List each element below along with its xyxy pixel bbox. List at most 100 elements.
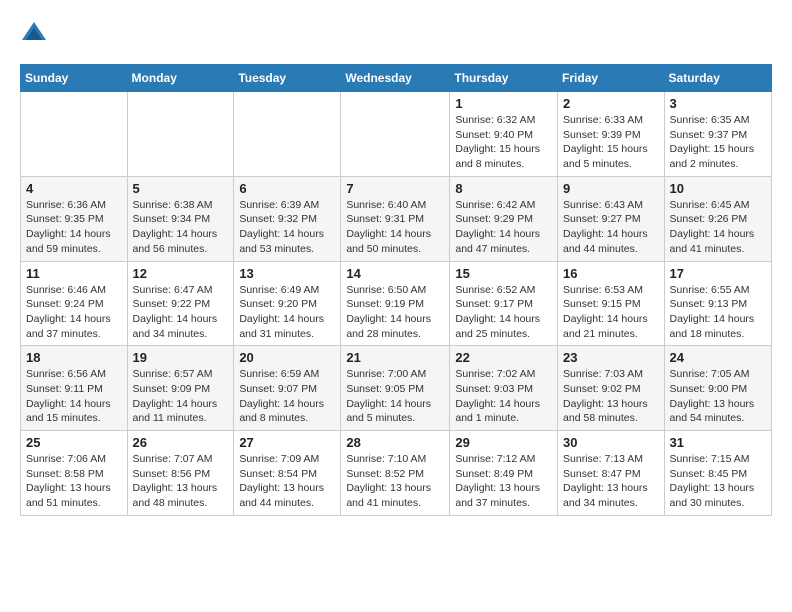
calendar-cell: 18 Sunrise: 6:56 AMSunset: 9:11 PMDayligh… xyxy=(21,346,128,431)
day-number: 18 xyxy=(26,350,122,365)
day-info: Sunrise: 6:43 AMSunset: 9:27 PMDaylight:… xyxy=(563,198,659,257)
calendar-cell: 1 Sunrise: 6:32 AMSunset: 9:40 PMDaylight… xyxy=(450,92,558,177)
calendar-cell xyxy=(21,92,128,177)
calendar-header-sunday: Sunday xyxy=(21,65,128,92)
day-number: 24 xyxy=(670,350,766,365)
day-info: Sunrise: 7:03 AMSunset: 9:02 PMDaylight:… xyxy=(563,367,659,426)
calendar-cell: 20 Sunrise: 6:59 AMSunset: 9:07 PMDayligh… xyxy=(234,346,341,431)
calendar-cell xyxy=(127,92,234,177)
day-info: Sunrise: 6:40 AMSunset: 9:31 PMDaylight:… xyxy=(346,198,444,257)
calendar-cell: 9 Sunrise: 6:43 AMSunset: 9:27 PMDaylight… xyxy=(558,176,665,261)
calendar-cell: 28 Sunrise: 7:10 AMSunset: 8:52 PMDayligh… xyxy=(341,431,450,516)
day-number: 21 xyxy=(346,350,444,365)
day-info: Sunrise: 7:07 AMSunset: 8:56 PMDaylight:… xyxy=(133,452,229,511)
day-info: Sunrise: 6:35 AMSunset: 9:37 PMDaylight:… xyxy=(670,113,766,172)
day-number: 28 xyxy=(346,435,444,450)
calendar-header-saturday: Saturday xyxy=(664,65,771,92)
calendar-header-row: SundayMondayTuesdayWednesdayThursdayFrid… xyxy=(21,65,772,92)
calendar-cell: 22 Sunrise: 7:02 AMSunset: 9:03 PMDayligh… xyxy=(450,346,558,431)
day-number: 16 xyxy=(563,266,659,281)
logo-icon xyxy=(20,20,48,48)
calendar-cell: 7 Sunrise: 6:40 AMSunset: 9:31 PMDaylight… xyxy=(341,176,450,261)
day-number: 22 xyxy=(455,350,552,365)
day-info: Sunrise: 6:52 AMSunset: 9:17 PMDaylight:… xyxy=(455,283,552,342)
calendar-cell: 3 Sunrise: 6:35 AMSunset: 9:37 PMDaylight… xyxy=(664,92,771,177)
day-info: Sunrise: 6:53 AMSunset: 9:15 PMDaylight:… xyxy=(563,283,659,342)
calendar-week-2: 4 Sunrise: 6:36 AMSunset: 9:35 PMDaylight… xyxy=(21,176,772,261)
calendar-cell: 30 Sunrise: 7:13 AMSunset: 8:47 PMDayligh… xyxy=(558,431,665,516)
day-number: 2 xyxy=(563,96,659,111)
calendar-cell xyxy=(234,92,341,177)
calendar-header-wednesday: Wednesday xyxy=(341,65,450,92)
day-info: Sunrise: 7:02 AMSunset: 9:03 PMDaylight:… xyxy=(455,367,552,426)
calendar-header-friday: Friday xyxy=(558,65,665,92)
day-number: 20 xyxy=(239,350,335,365)
calendar-week-5: 25Sunrise: 7:06 AMSunset: 8:58 PMDayligh… xyxy=(21,431,772,516)
day-number: 6 xyxy=(239,181,335,196)
day-number: 19 xyxy=(133,350,229,365)
calendar-week-1: 1 Sunrise: 6:32 AMSunset: 9:40 PMDaylight… xyxy=(21,92,772,177)
calendar-cell: 5 Sunrise: 6:38 AMSunset: 9:34 PMDaylight… xyxy=(127,176,234,261)
day-info: Sunrise: 7:09 AMSunset: 8:54 PMDaylight:… xyxy=(239,452,335,511)
day-number: 13 xyxy=(239,266,335,281)
day-info: Sunrise: 7:10 AMSunset: 8:52 PMDaylight:… xyxy=(346,452,444,511)
day-info: Sunrise: 6:50 AMSunset: 9:19 PMDaylight:… xyxy=(346,283,444,342)
calendar-cell: 29Sunrise: 7:12 AMSunset: 8:49 PMDayligh… xyxy=(450,431,558,516)
logo xyxy=(20,20,52,48)
day-number: 14 xyxy=(346,266,444,281)
day-number: 1 xyxy=(455,96,552,111)
day-number: 12 xyxy=(133,266,229,281)
calendar-table: SundayMondayTuesdayWednesdayThursdayFrid… xyxy=(20,64,772,516)
day-info: Sunrise: 6:45 AMSunset: 9:26 PMDaylight:… xyxy=(670,198,766,257)
calendar-cell: 2 Sunrise: 6:33 AMSunset: 9:39 PMDaylight… xyxy=(558,92,665,177)
day-info: Sunrise: 6:42 AMSunset: 9:29 PMDaylight:… xyxy=(455,198,552,257)
day-info: Sunrise: 6:32 AMSunset: 9:40 PMDaylight:… xyxy=(455,113,552,172)
day-number: 4 xyxy=(26,181,122,196)
calendar-week-3: 11 Sunrise: 6:46 AMSunset: 9:24 PMDayligh… xyxy=(21,261,772,346)
calendar-cell: 24 Sunrise: 7:05 AMSunset: 9:00 PMDayligh… xyxy=(664,346,771,431)
day-info: Sunrise: 7:00 AMSunset: 9:05 PMDaylight:… xyxy=(346,367,444,426)
day-number: 17 xyxy=(670,266,766,281)
day-number: 5 xyxy=(133,181,229,196)
day-info: Sunrise: 6:56 AMSunset: 9:11 PMDaylight:… xyxy=(26,367,122,426)
day-number: 3 xyxy=(670,96,766,111)
calendar-cell: 10 Sunrise: 6:45 AMSunset: 9:26 PMDayligh… xyxy=(664,176,771,261)
day-number: 30 xyxy=(563,435,659,450)
calendar-cell: 31Sunrise: 7:15 AMSunset: 8:45 PMDayligh… xyxy=(664,431,771,516)
calendar-cell: 27 Sunrise: 7:09 AMSunset: 8:54 PMDayligh… xyxy=(234,431,341,516)
day-number: 10 xyxy=(670,181,766,196)
day-info: Sunrise: 6:55 AMSunset: 9:13 PMDaylight:… xyxy=(670,283,766,342)
calendar-cell: 23Sunrise: 7:03 AMSunset: 9:02 PMDayligh… xyxy=(558,346,665,431)
calendar-cell: 15Sunrise: 6:52 AMSunset: 9:17 PMDayligh… xyxy=(450,261,558,346)
day-info: Sunrise: 6:39 AMSunset: 9:32 PMDaylight:… xyxy=(239,198,335,257)
calendar-week-4: 18 Sunrise: 6:56 AMSunset: 9:11 PMDayligh… xyxy=(21,346,772,431)
day-info: Sunrise: 6:36 AMSunset: 9:35 PMDaylight:… xyxy=(26,198,122,257)
day-info: Sunrise: 7:12 AMSunset: 8:49 PMDaylight:… xyxy=(455,452,552,511)
calendar-cell: 12 Sunrise: 6:47 AMSunset: 9:22 PMDayligh… xyxy=(127,261,234,346)
day-info: Sunrise: 6:49 AMSunset: 9:20 PMDaylight:… xyxy=(239,283,335,342)
calendar-cell: 6 Sunrise: 6:39 AMSunset: 9:32 PMDaylight… xyxy=(234,176,341,261)
day-info: Sunrise: 6:59 AMSunset: 9:07 PMDaylight:… xyxy=(239,367,335,426)
day-number: 27 xyxy=(239,435,335,450)
day-number: 9 xyxy=(563,181,659,196)
calendar-header-thursday: Thursday xyxy=(450,65,558,92)
calendar-cell: 16 Sunrise: 6:53 AMSunset: 9:15 PMDayligh… xyxy=(558,261,665,346)
day-info: Sunrise: 7:05 AMSunset: 9:00 PMDaylight:… xyxy=(670,367,766,426)
calendar-cell: 13 Sunrise: 6:49 AMSunset: 9:20 PMDayligh… xyxy=(234,261,341,346)
day-info: Sunrise: 7:13 AMSunset: 8:47 PMDaylight:… xyxy=(563,452,659,511)
calendar-cell: 26 Sunrise: 7:07 AMSunset: 8:56 PMDayligh… xyxy=(127,431,234,516)
day-info: Sunrise: 6:38 AMSunset: 9:34 PMDaylight:… xyxy=(133,198,229,257)
day-number: 7 xyxy=(346,181,444,196)
day-number: 11 xyxy=(26,266,122,281)
page-header xyxy=(20,20,772,48)
calendar-header-tuesday: Tuesday xyxy=(234,65,341,92)
day-info: Sunrise: 6:46 AMSunset: 9:24 PMDaylight:… xyxy=(26,283,122,342)
calendar-cell: 4 Sunrise: 6:36 AMSunset: 9:35 PMDaylight… xyxy=(21,176,128,261)
calendar-header-monday: Monday xyxy=(127,65,234,92)
day-info: Sunrise: 6:33 AMSunset: 9:39 PMDaylight:… xyxy=(563,113,659,172)
day-info: Sunrise: 6:47 AMSunset: 9:22 PMDaylight:… xyxy=(133,283,229,342)
day-info: Sunrise: 6:57 AMSunset: 9:09 PMDaylight:… xyxy=(133,367,229,426)
calendar-cell: 21 Sunrise: 7:00 AMSunset: 9:05 PMDayligh… xyxy=(341,346,450,431)
day-number: 26 xyxy=(133,435,229,450)
day-info: Sunrise: 7:06 AMSunset: 8:58 PMDaylight:… xyxy=(26,452,122,511)
